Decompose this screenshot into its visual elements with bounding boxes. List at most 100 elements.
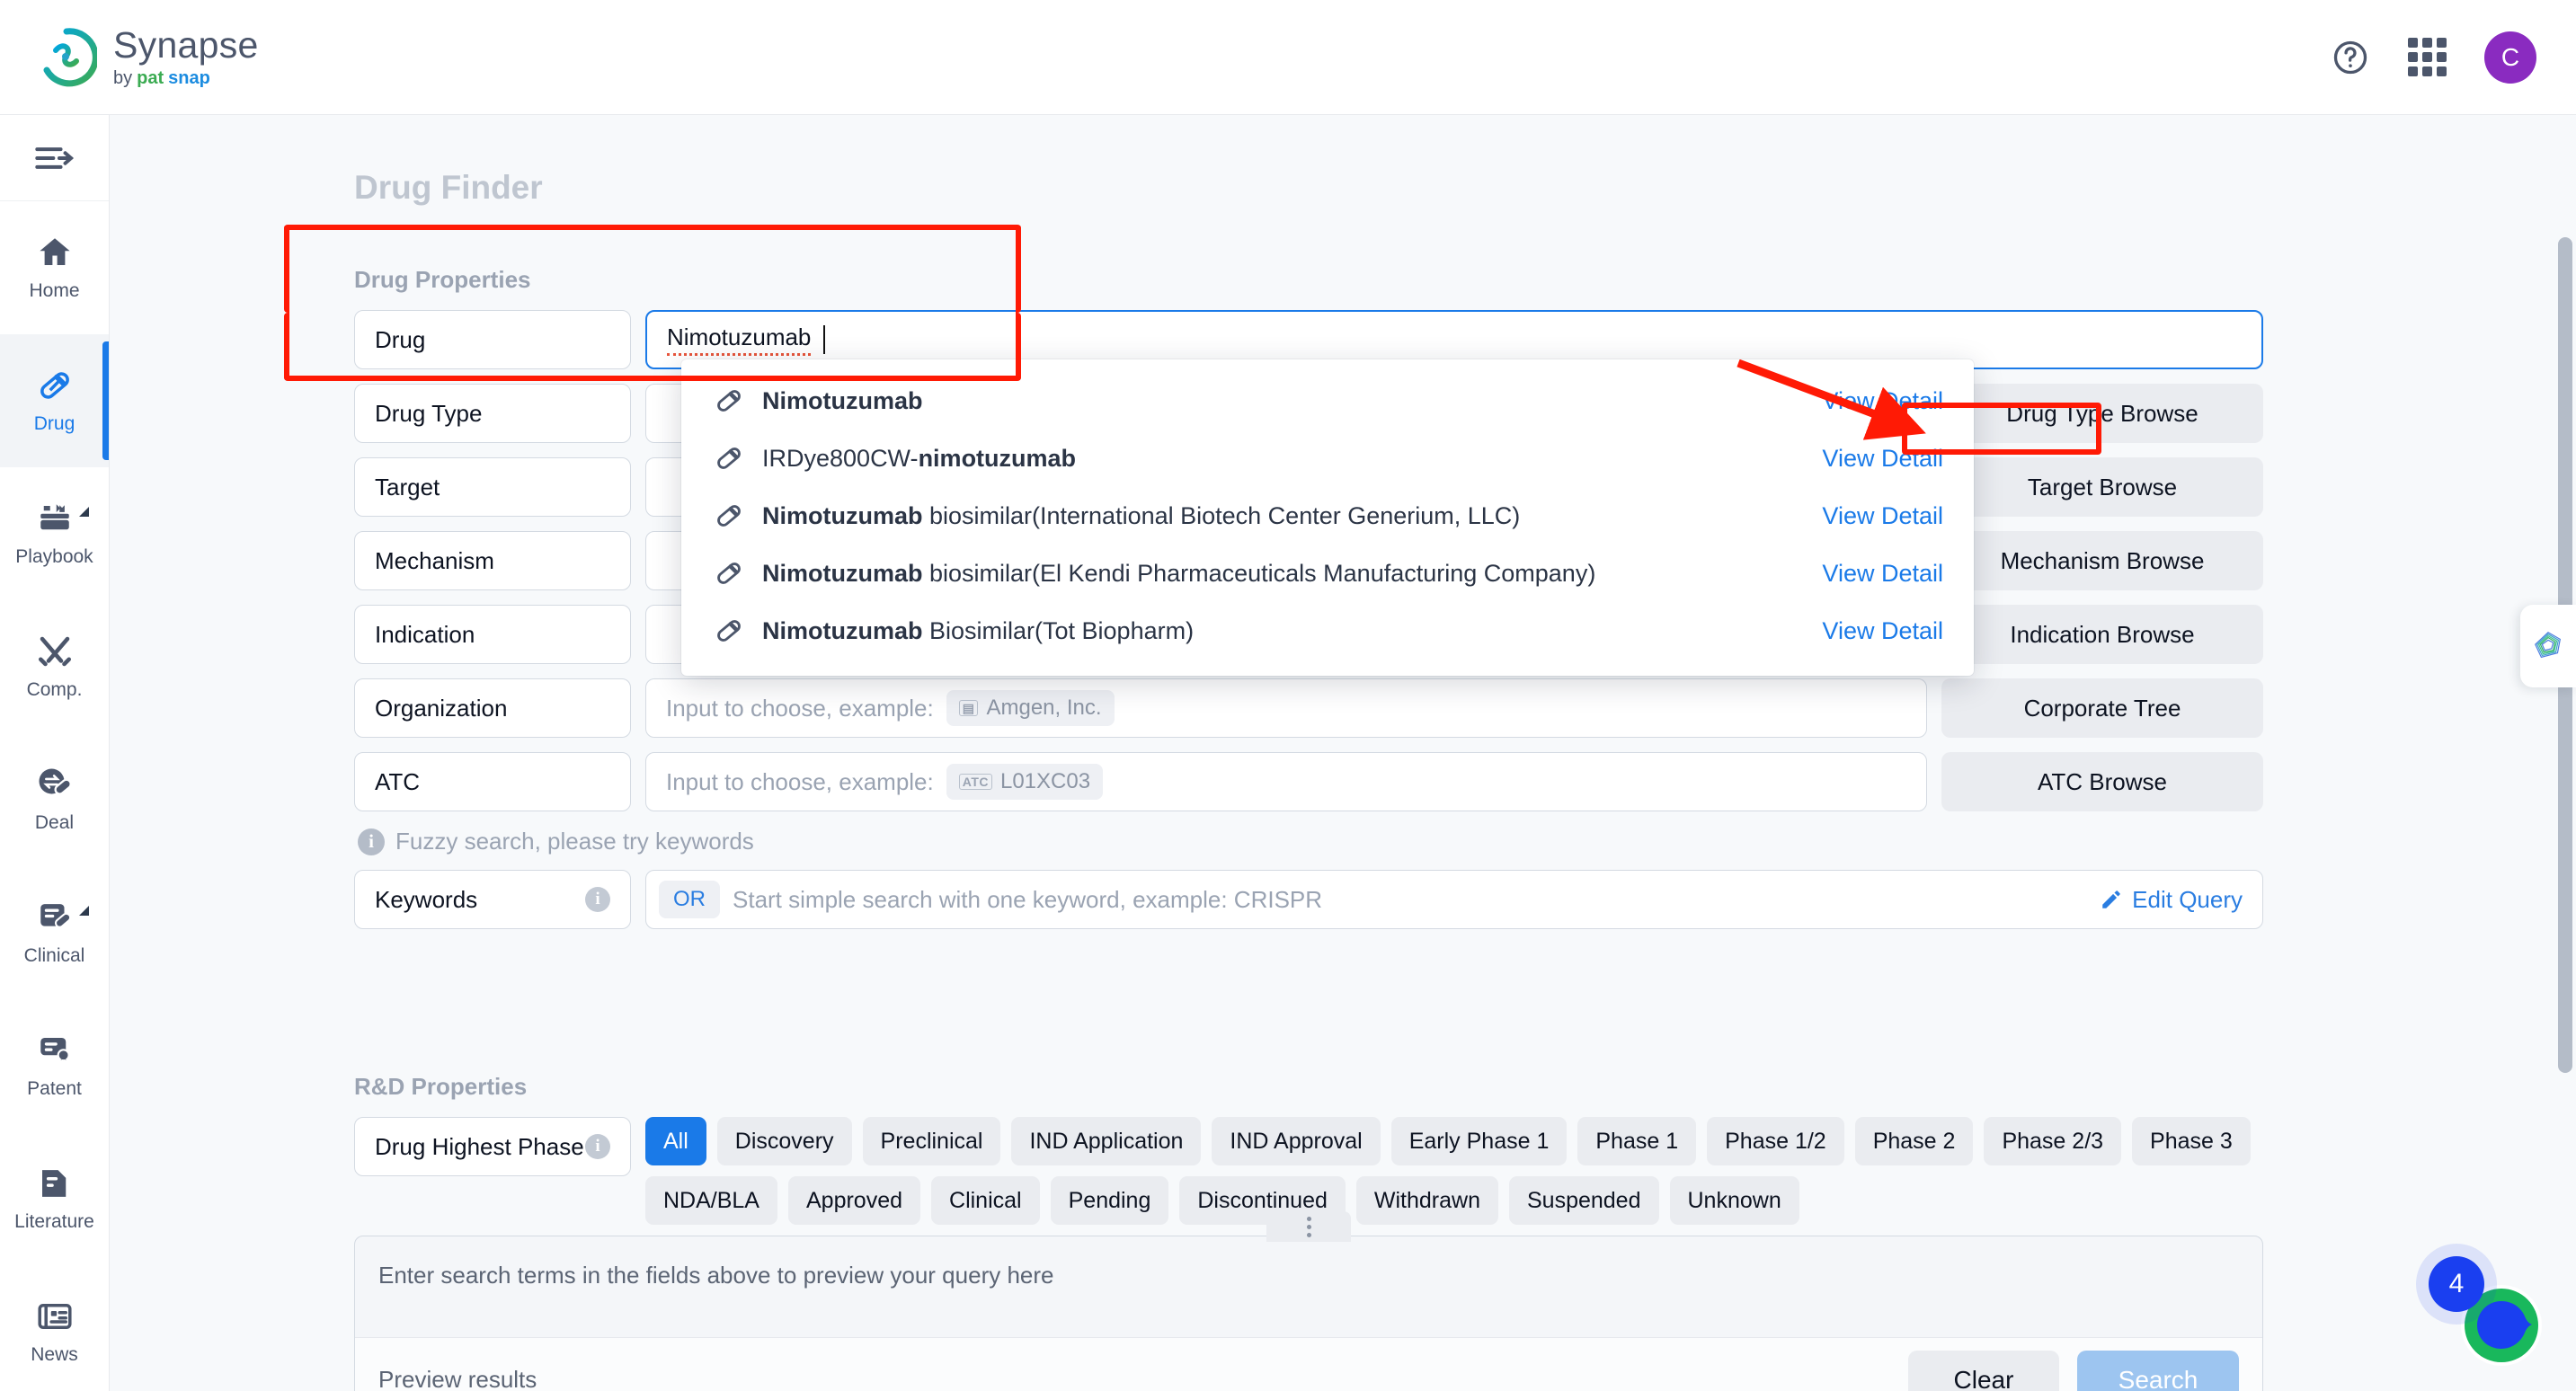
phase-chip-approved[interactable]: Approved (787, 1176, 921, 1225)
sidebar-item-comp[interactable]: Comp. (0, 600, 109, 733)
sidebar-item-deal[interactable]: Deal (0, 733, 109, 866)
sidebar-item-patent[interactable]: Patent (0, 999, 109, 1132)
field-label-organization[interactable]: Organization (354, 678, 631, 738)
phase-chip-suspended[interactable]: Suspended (1508, 1176, 1659, 1225)
phase-chip-phase-2[interactable]: Phase 2 (1854, 1117, 1974, 1165)
phase-chip-ind-application[interactable]: IND Application (1011, 1117, 1202, 1165)
org-icon: ▤ (958, 700, 979, 716)
clear-button[interactable]: Clear (1908, 1350, 2059, 1391)
autocomplete-option[interactable]: Nimotuzumab biosimilar(El Kendi Pharmace… (681, 545, 1974, 602)
form-row-keywords: Keywords i OR Start simple search with o… (354, 870, 2263, 929)
operator-or-chip[interactable]: OR (659, 881, 720, 918)
atc-placeholder: Input to choose, example: (666, 767, 934, 795)
atc-example-tag: ATC L01XC03 (946, 764, 1104, 800)
drug-input-value: Nimotuzumab (667, 323, 812, 356)
autocomplete-option[interactable]: Nimotuzumab View Detail (681, 372, 1974, 430)
form-row-organization: Organization Input to choose, example: ▤… (354, 678, 2263, 738)
autocomplete-option[interactable]: IRDye800CW-nimotuzumab View Detail (681, 430, 1974, 487)
organization-input[interactable]: Input to choose, example: ▤ Amgen, Inc. (645, 678, 1927, 738)
target-browse-button[interactable]: Target Browse (1941, 457, 2263, 517)
sidebar-item-home[interactable]: Home (0, 201, 109, 334)
phase-chip-phase-3[interactable]: Phase 3 (2132, 1117, 2251, 1165)
autocomplete-option-text: Nimotuzumab (762, 387, 923, 415)
field-label-target[interactable]: Target (354, 457, 631, 517)
sidebar-item-literature[interactable]: Literature (0, 1132, 109, 1265)
field-label-text: Organization (375, 694, 508, 722)
view-detail-link[interactable]: View Detail (1822, 617, 1943, 645)
drug-type-browse-button[interactable]: Drug Type Browse (1941, 384, 2263, 443)
phase-chip-unknown[interactable]: Unknown (1669, 1176, 1799, 1225)
sidebar-item-news[interactable]: News (0, 1265, 109, 1391)
autocomplete-option-text: Nimotuzumab biosimilar(El Kendi Pharmace… (762, 560, 1595, 588)
field-label-atc[interactable]: ATC (354, 752, 631, 811)
phase-chip-phase-2-3[interactable]: Phase 2/3 (1984, 1117, 2122, 1165)
field-label-indication[interactable]: Indication (354, 605, 631, 664)
field-label-drug-type[interactable]: Drug Type (354, 384, 631, 443)
view-detail-link[interactable]: View Detail (1822, 560, 1943, 588)
info-icon: i (358, 828, 385, 855)
expand-caret-icon (79, 507, 89, 517)
field-label-text: Drug Highest Phase (375, 1132, 584, 1160)
sidebar-item-label: Comp. (26, 679, 83, 700)
keywords-placeholder: Start simple search with one keyword, ex… (733, 885, 1323, 913)
help-icon[interactable] (2331, 38, 2370, 77)
view-detail-link[interactable]: View Detail (1822, 387, 1943, 415)
view-detail-link[interactable]: View Detail (1822, 445, 1943, 473)
atc-browse-button[interactable]: ATC Browse (1941, 752, 2263, 811)
info-icon[interactable]: i (585, 1134, 610, 1159)
atc-input[interactable]: Input to choose, example: ATC L01XC03 (645, 752, 1927, 811)
avatar[interactable]: C (2484, 31, 2536, 84)
phase-chip-phase-1-2[interactable]: Phase 1/2 (1707, 1117, 1844, 1165)
phase-chip-phase-1[interactable]: Phase 1 (1577, 1117, 1697, 1165)
phase-chip-all[interactable]: All (645, 1117, 706, 1165)
phase-chip-withdrawn[interactable]: Withdrawn (1355, 1176, 1498, 1225)
field-label-keywords[interactable]: Keywords i (354, 870, 631, 929)
autocomplete-option-text: Nimotuzumab Biosimilar(Tot Biopharm) (762, 617, 1194, 645)
option-bold: Nimotuzumab (762, 501, 923, 529)
pencil-icon (2102, 890, 2120, 908)
preview-actions-bar: Preview results Clear Search (355, 1337, 2262, 1391)
autocomplete-option[interactable]: Nimotuzumab Biosimilar(Tot Biopharm) Vie… (681, 602, 1974, 660)
sidebar-item-label: Drug (33, 413, 76, 434)
app-grid-icon[interactable] (2408, 38, 2447, 76)
edit-query-button[interactable]: Edit Query (2100, 886, 2243, 914)
sidebar-item-playbook[interactable]: Playbook (0, 467, 109, 600)
search-button[interactable]: Search (2077, 1350, 2239, 1391)
field-label-text: Mechanism (375, 546, 494, 574)
info-icon[interactable]: i (585, 887, 610, 912)
field-label-text: ATC (375, 767, 421, 795)
phase-chip-clinical[interactable]: Clinical (931, 1176, 1040, 1225)
mechanism-browse-button[interactable]: Mechanism Browse (1941, 531, 2263, 590)
edit-query-label: Edit Query (2132, 885, 2243, 913)
phase-chip-discovery[interactable]: Discovery (716, 1117, 852, 1165)
sidebar-toggle-button[interactable] (0, 115, 109, 201)
drug-autocomplete-dropdown: Nimotuzumab View Detail IRDye800CW-nimot… (681, 359, 1974, 676)
sidebar-item-clinical[interactable]: Clinical (0, 866, 109, 999)
pill-icon (714, 616, 744, 646)
resize-handle[interactable] (1266, 1211, 1351, 1242)
sidebar-item-label: Clinical (23, 945, 85, 966)
autocomplete-option[interactable]: Nimotuzumab biosimilar(International Bio… (681, 487, 1974, 545)
brand-logo[interactable]: Synapse by pat snap (36, 27, 259, 88)
indication-browse-button[interactable]: Indication Browse (1941, 605, 2263, 664)
field-label-drug-highest-phase[interactable]: Drug Highest Phase i (354, 1117, 631, 1176)
option-rest: biosimilar(International Biotech Center … (922, 501, 1521, 529)
phase-chip-nda-bla[interactable]: NDA/BLA (645, 1176, 777, 1225)
corporate-tree-button[interactable]: Corporate Tree (1941, 678, 2263, 738)
fuzzy-search-note: i Fuzzy search, please try keywords (358, 828, 2263, 855)
phase-chip-early-phase-1[interactable]: Early Phase 1 (1390, 1117, 1568, 1165)
field-label-mechanism[interactable]: Mechanism (354, 531, 631, 590)
keywords-input[interactable]: OR Start simple search with one keyword,… (645, 870, 2263, 929)
option-rest: biosimilar(El Kendi Pharmaceuticals Manu… (922, 559, 1596, 587)
text-caret (823, 325, 826, 354)
organization-example-tag: ▤ Amgen, Inc. (946, 690, 1115, 726)
assistant-side-tab[interactable] (2520, 605, 2576, 687)
sidebar-item-drug[interactable]: Drug (0, 334, 109, 467)
organization-example-text: Amgen, Inc. (986, 696, 1102, 720)
phase-chip-preclinical[interactable]: Preclinical (862, 1117, 1001, 1165)
view-detail-link[interactable]: View Detail (1822, 502, 1943, 530)
phase-chip-ind-approval[interactable]: IND Approval (1212, 1117, 1381, 1165)
field-label-drug[interactable]: Drug (354, 310, 631, 369)
phase-chip-pending[interactable]: Pending (1050, 1176, 1169, 1225)
spiral-icon (2535, 632, 2561, 659)
